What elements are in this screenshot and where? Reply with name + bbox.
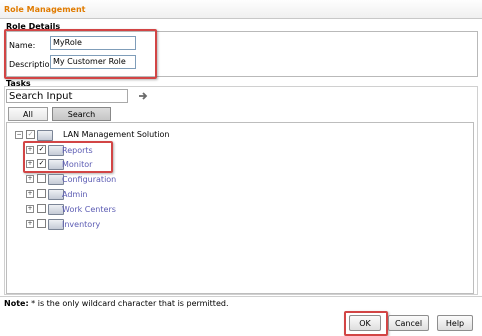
wildcard-note: Note: * is the only wildcard character t… <box>4 299 229 308</box>
folder-icon <box>37 130 53 141</box>
expand-toggle[interactable]: + <box>26 190 34 198</box>
search-input[interactable]: Search Input <box>6 89 128 103</box>
page-title: Role Management <box>4 5 86 14</box>
tree-row-work-centers: + Work Centers <box>0 203 200 215</box>
name-label: Name: <box>9 41 36 50</box>
expand-toggle[interactable]: + <box>26 175 34 183</box>
tree-item-admin[interactable]: Admin <box>62 190 88 199</box>
root-checkbox[interactable]: ✓ <box>26 130 35 139</box>
tree-row-root: − ✓ LAN Management Solution <box>0 128 200 141</box>
name-input[interactable]: MyRole <box>50 36 136 50</box>
note-text: * is the only wildcard character that is… <box>28 299 229 308</box>
tab-all[interactable]: All <box>8 107 48 121</box>
help-button[interactable]: Help <box>437 315 473 331</box>
highlight-selected-tasks <box>23 141 113 173</box>
inventory-checkbox[interactable] <box>37 219 46 228</box>
tree-item-work-centers[interactable]: Work Centers <box>62 205 116 214</box>
window-titlebar: Role Management <box>0 0 482 19</box>
expand-toggle[interactable]: + <box>26 205 34 213</box>
footer-divider <box>0 296 482 297</box>
root-label[interactable]: LAN Management Solution <box>63 130 169 139</box>
work-centers-checkbox[interactable] <box>37 204 46 213</box>
arrow-right-icon[interactable] <box>137 90 149 102</box>
expand-toggle[interactable]: + <box>26 220 34 228</box>
collapse-toggle[interactable]: − <box>15 131 23 139</box>
note-label: Note: <box>4 299 29 308</box>
admin-checkbox[interactable] <box>37 189 46 198</box>
tree-item-configuration[interactable]: Configuration <box>62 175 116 184</box>
tree-item-inventory[interactable]: Inventory <box>62 220 100 229</box>
tab-search-results[interactable]: Search Results <box>52 107 111 132</box>
configuration-checkbox[interactable] <box>37 174 46 183</box>
ok-button[interactable]: OK <box>349 315 381 331</box>
cancel-button[interactable]: Cancel <box>388 315 429 331</box>
description-input[interactable]: My Customer Role <box>50 55 136 69</box>
tree-row-inventory: + Inventory <box>0 218 200 230</box>
tree-row-configuration: + Configuration <box>0 173 200 185</box>
tree-row-admin: + Admin <box>0 188 200 200</box>
